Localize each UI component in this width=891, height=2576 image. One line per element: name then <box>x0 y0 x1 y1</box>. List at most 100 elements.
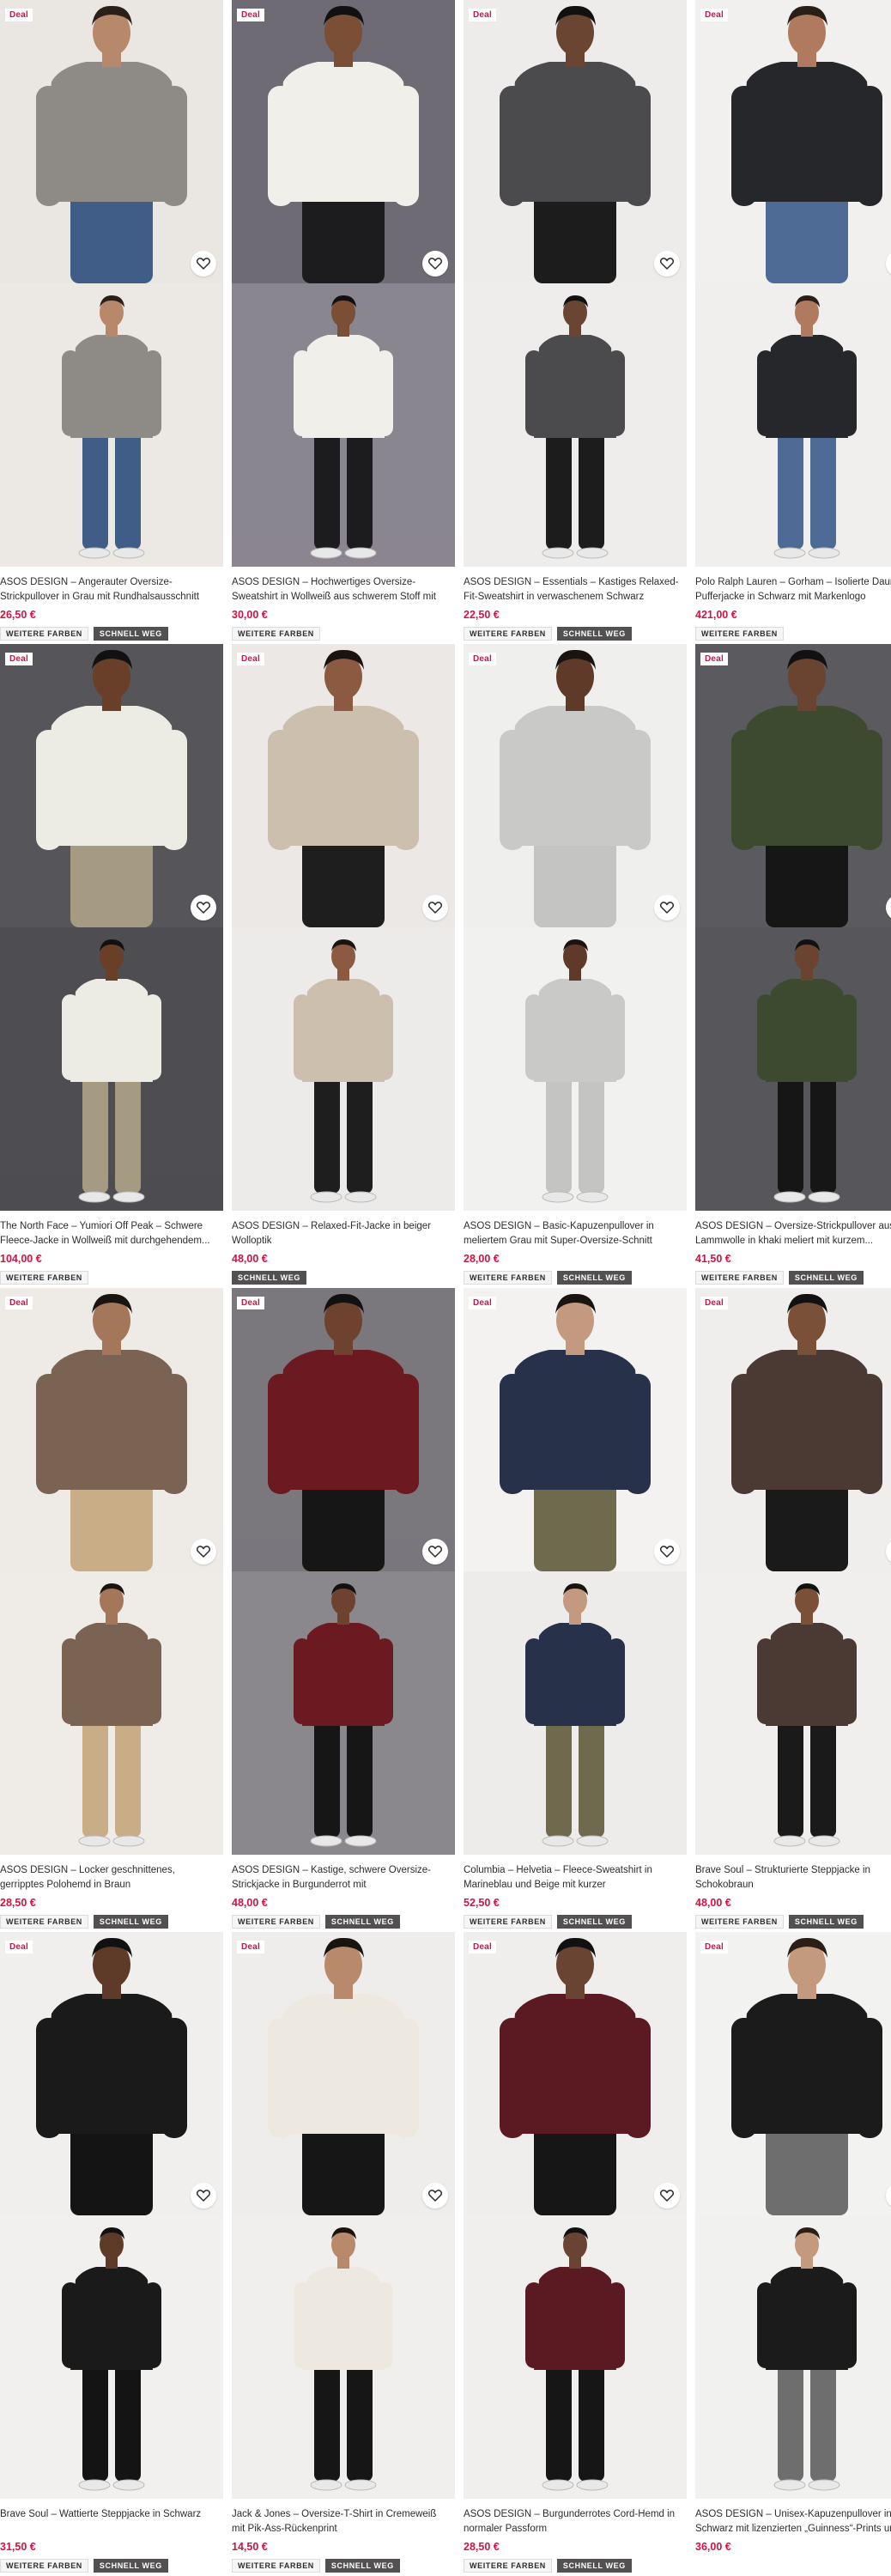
product-image-alt[interactable] <box>232 927 455 1211</box>
product-title[interactable]: ASOS DESIGN – Burgunderrotes Cord-Hemd i… <box>464 2507 683 2537</box>
product-card[interactable]: Deal ASOS DESIGN – Essentials – Kastiges … <box>464 0 687 644</box>
product-image[interactable]: Deal <box>695 0 891 283</box>
more-colors-badge: WEITERE FARBEN <box>464 627 552 641</box>
deal-badge: Deal <box>5 1941 33 1953</box>
save-heart-icon[interactable] <box>191 1539 216 1564</box>
more-colors-badge: WEITERE FARBEN <box>464 2559 552 2573</box>
product-image[interactable]: Deal <box>232 1932 455 2215</box>
product-card[interactable]: Deal ASOS DESIGN – Angerauter Oversize-St… <box>0 0 223 644</box>
save-heart-icon[interactable] <box>654 1539 680 1564</box>
product-card[interactable]: Deal ASOS DESIGN – Unisex-Kapuzenpullover… <box>695 1932 891 2576</box>
product-image-alt[interactable] <box>464 927 687 1211</box>
product-image-alt[interactable] <box>464 283 687 567</box>
product-image[interactable]: Deal <box>695 644 891 927</box>
product-card[interactable]: Deal Brave Soul – Strukturierte Steppjack… <box>695 1288 891 1932</box>
deal-badge: Deal <box>469 653 496 665</box>
save-heart-icon[interactable] <box>654 895 680 920</box>
product-photo-front <box>464 0 687 283</box>
product-photo-full <box>464 1571 687 1855</box>
product-title[interactable]: ASOS DESIGN – Locker geschnittenes, gerr… <box>0 1863 220 1893</box>
product-image[interactable]: Deal <box>232 1288 455 1571</box>
product-card[interactable]: Deal Polo Ralph Lauren – Gorham – Isolier… <box>695 0 891 644</box>
deal-badge: Deal <box>700 653 728 665</box>
save-heart-icon[interactable] <box>422 251 448 276</box>
product-image-alt[interactable] <box>232 1571 455 1855</box>
product-photo-full <box>232 283 455 567</box>
product-title[interactable]: ASOS DESIGN – Angerauter Oversize-Strick… <box>0 575 220 605</box>
product-card[interactable]: Deal ASOS DESIGN – Basic-Kapuzenpullover … <box>464 644 687 1288</box>
selling-fast-badge: SCHNELL WEG <box>232 1271 306 1285</box>
product-title[interactable]: ASOS DESIGN – Basic-Kapuzenpullover in m… <box>464 1219 683 1249</box>
product-image-alt[interactable] <box>464 2215 687 2499</box>
product-photo-front <box>232 1932 455 2215</box>
product-title[interactable]: ASOS DESIGN – Kastige, schwere Oversize-… <box>232 1863 452 1893</box>
product-image-alt[interactable] <box>0 2215 223 2499</box>
product-card[interactable]: Deal Brave Soul – Wattierte Steppjacke in… <box>0 1932 223 2576</box>
product-image[interactable]: Deal <box>0 1288 223 1571</box>
product-badges: WEITERE FARBEN <box>695 627 891 641</box>
product-title[interactable]: ASOS DESIGN – Hochwertiges Oversize-Swea… <box>232 575 452 605</box>
product-image-alt[interactable] <box>695 927 891 1211</box>
save-heart-icon[interactable] <box>422 2183 448 2208</box>
product-image[interactable]: Deal <box>464 1288 687 1571</box>
product-title[interactable]: Brave Soul – Strukturierte Steppjacke in… <box>695 1863 891 1893</box>
product-card[interactable]: Deal Jack & Jones – Oversize-T-Shirt in C… <box>232 1932 455 2576</box>
product-grid: Deal ASOS DESIGN – Angerauter Oversize-St… <box>0 0 891 2576</box>
save-heart-icon[interactable] <box>191 2183 216 2208</box>
product-card[interactable]: Deal ASOS DESIGN – Hochwertiges Oversize-… <box>232 0 455 644</box>
deal-badge: Deal <box>469 1297 496 1309</box>
product-price: 48,00 € <box>232 1253 268 1265</box>
product-title[interactable]: Brave Soul – Wattierte Steppjacke in Sch… <box>0 2507 220 2537</box>
save-heart-icon[interactable] <box>422 1539 448 1564</box>
product-image-alt[interactable] <box>0 927 223 1211</box>
product-badges: WEITERE FARBEN SCHNELL WEG <box>464 627 687 641</box>
save-heart-icon[interactable] <box>422 895 448 920</box>
product-card[interactable]: Deal ASOS DESIGN – Oversize-Strickpullove… <box>695 644 891 1288</box>
product-photo-full <box>0 2215 223 2499</box>
product-badges: WEITERE FARBEN SCHNELL WEG <box>464 1915 687 1929</box>
product-title[interactable]: Jack & Jones – Oversize-T-Shirt in Creme… <box>232 2507 452 2537</box>
product-image-alt[interactable] <box>695 283 891 567</box>
save-heart-icon[interactable] <box>191 895 216 920</box>
save-heart-icon[interactable] <box>191 251 216 276</box>
product-card[interactable]: Deal ASOS DESIGN – Locker geschnittenes, … <box>0 1288 223 1932</box>
product-image[interactable]: Deal <box>464 0 687 283</box>
product-image[interactable]: Deal <box>0 0 223 283</box>
product-image[interactable]: Deal <box>695 1288 891 1571</box>
product-image-alt[interactable] <box>232 2215 455 2499</box>
product-card[interactable]: Deal ASOS DESIGN – Kastige, schwere Overs… <box>232 1288 455 1932</box>
product-card[interactable]: Deal ASOS DESIGN – Burgunderrotes Cord-He… <box>464 1932 687 2576</box>
save-heart-icon[interactable] <box>654 2183 680 2208</box>
product-image[interactable]: Deal <box>0 1932 223 2215</box>
product-image-alt[interactable] <box>695 1571 891 1855</box>
product-photo-full <box>0 283 223 567</box>
product-image-alt[interactable] <box>0 283 223 567</box>
product-card[interactable]: Deal ASOS DESIGN – Relaxed-Fit-Jacke in b… <box>232 644 455 1288</box>
product-image-alt[interactable] <box>695 2215 891 2499</box>
product-title[interactable]: ASOS DESIGN – Essentials – Kastiges Rela… <box>464 575 683 605</box>
product-image[interactable]: Deal <box>0 644 223 927</box>
product-image[interactable]: Deal <box>464 1932 687 2215</box>
product-card[interactable]: Deal Columbia – Helvetia – Fleece-Sweatsh… <box>464 1288 687 1932</box>
product-image[interactable]: Deal <box>232 0 455 283</box>
more-colors-badge: WEITERE FARBEN <box>232 1915 320 1929</box>
save-heart-icon[interactable] <box>654 251 680 276</box>
product-photo-front <box>232 644 455 927</box>
deal-badge: Deal <box>5 9 33 21</box>
product-title[interactable]: Columbia – Helvetia – Fleece-Sweatshirt … <box>464 1863 683 1893</box>
product-title[interactable]: ASOS DESIGN – Oversize-Strickpullover au… <box>695 1219 891 1249</box>
product-image[interactable]: Deal <box>232 644 455 927</box>
product-card[interactable]: Deal The North Face – Yumiori Off Peak – … <box>0 644 223 1288</box>
product-image-alt[interactable] <box>0 1571 223 1855</box>
more-colors-badge: WEITERE FARBEN <box>232 2559 320 2573</box>
product-image-alt[interactable] <box>464 1571 687 1855</box>
product-photo-full <box>695 283 891 567</box>
product-image[interactable]: Deal <box>464 644 687 927</box>
product-title[interactable]: Polo Ralph Lauren – Gorham – Isolierte D… <box>695 575 891 605</box>
product-image[interactable]: Deal <box>695 1932 891 2215</box>
deal-badge: Deal <box>237 1297 264 1309</box>
product-title[interactable]: ASOS DESIGN – Unisex-Kapuzenpullover in … <box>695 2507 891 2537</box>
product-title[interactable]: The North Face – Yumiori Off Peak – Schw… <box>0 1219 220 1249</box>
product-title[interactable]: ASOS DESIGN – Relaxed-Fit-Jacke in beige… <box>232 1219 452 1249</box>
product-image-alt[interactable] <box>232 283 455 567</box>
